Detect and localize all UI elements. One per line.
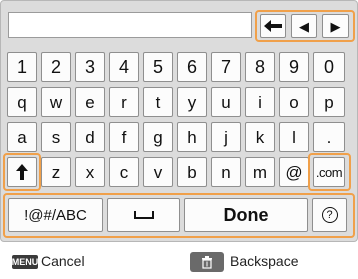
key-x[interactable]: x bbox=[75, 157, 105, 187]
key-k[interactable]: k bbox=[245, 122, 275, 152]
done-button[interactable]: Done bbox=[184, 198, 308, 232]
backspace-button[interactable] bbox=[190, 252, 224, 272]
space-key[interactable] bbox=[107, 198, 180, 232]
key-dotcom[interactable]: .com bbox=[313, 157, 345, 187]
menu-button-badge: MENU bbox=[11, 255, 39, 269]
key-e[interactable]: e bbox=[75, 87, 105, 117]
key-y[interactable]: y bbox=[177, 87, 207, 117]
key-u[interactable]: u bbox=[211, 87, 241, 117]
key-v[interactable]: v bbox=[143, 157, 173, 187]
key-z[interactable]: z bbox=[41, 157, 71, 187]
key-o[interactable]: o bbox=[279, 87, 309, 117]
space-icon bbox=[133, 211, 154, 219]
key-m[interactable]: m bbox=[245, 157, 275, 187]
keyboard-screen: ◀ ▶ 1 2 3 4 5 6 7 8 9 0 q w e r t y u i … bbox=[0, 0, 358, 279]
key-j[interactable]: j bbox=[211, 122, 241, 152]
key-c[interactable]: c bbox=[109, 157, 139, 187]
key-b[interactable]: b bbox=[177, 157, 207, 187]
cancel-label: Cancel bbox=[41, 253, 85, 269]
key-2[interactable]: 2 bbox=[41, 52, 71, 82]
key-h[interactable]: h bbox=[177, 122, 207, 152]
backspace-label: Backspace bbox=[230, 253, 299, 269]
key-0[interactable]: 0 bbox=[313, 52, 345, 82]
key-p[interactable]: p bbox=[313, 87, 345, 117]
key-l[interactable]: l bbox=[279, 122, 309, 152]
key-r[interactable]: r bbox=[109, 87, 139, 117]
shift-arrow-icon bbox=[16, 164, 28, 180]
key-f[interactable]: f bbox=[109, 122, 139, 152]
key-8[interactable]: 8 bbox=[245, 52, 275, 82]
shift-button[interactable] bbox=[7, 157, 37, 187]
key-d[interactable]: d bbox=[75, 122, 105, 152]
symbols-toggle-button[interactable]: !@#/ABC bbox=[8, 198, 103, 232]
key-q[interactable]: q bbox=[7, 87, 37, 117]
key-a[interactable]: a bbox=[7, 122, 37, 152]
key-period[interactable]: . bbox=[313, 122, 345, 152]
key-6[interactable]: 6 bbox=[177, 52, 207, 82]
key-9[interactable]: 9 bbox=[279, 52, 309, 82]
delete-back-button[interactable] bbox=[260, 14, 286, 38]
key-g[interactable]: g bbox=[143, 122, 173, 152]
key-at[interactable]: @ bbox=[279, 157, 309, 187]
key-5[interactable]: 5 bbox=[143, 52, 173, 82]
key-w[interactable]: w bbox=[41, 87, 71, 117]
back-arrow-icon bbox=[264, 20, 282, 32]
key-4[interactable]: 4 bbox=[109, 52, 139, 82]
key-7[interactable]: 7 bbox=[211, 52, 241, 82]
key-1[interactable]: 1 bbox=[7, 52, 37, 82]
right-arrow-icon: ▶ bbox=[330, 18, 341, 34]
key-s[interactable]: s bbox=[41, 122, 71, 152]
text-input[interactable] bbox=[8, 12, 252, 38]
left-arrow-icon: ◀ bbox=[299, 18, 309, 34]
key-n[interactable]: n bbox=[211, 157, 241, 187]
key-i[interactable]: i bbox=[245, 87, 275, 117]
key-3[interactable]: 3 bbox=[75, 52, 105, 82]
key-t[interactable]: t bbox=[143, 87, 173, 117]
trash-icon bbox=[202, 256, 212, 269]
help-button[interactable]: ? bbox=[312, 198, 347, 232]
cursor-right-button[interactable]: ▶ bbox=[322, 14, 349, 38]
cursor-left-button[interactable]: ◀ bbox=[291, 14, 317, 38]
help-icon: ? bbox=[321, 207, 338, 223]
